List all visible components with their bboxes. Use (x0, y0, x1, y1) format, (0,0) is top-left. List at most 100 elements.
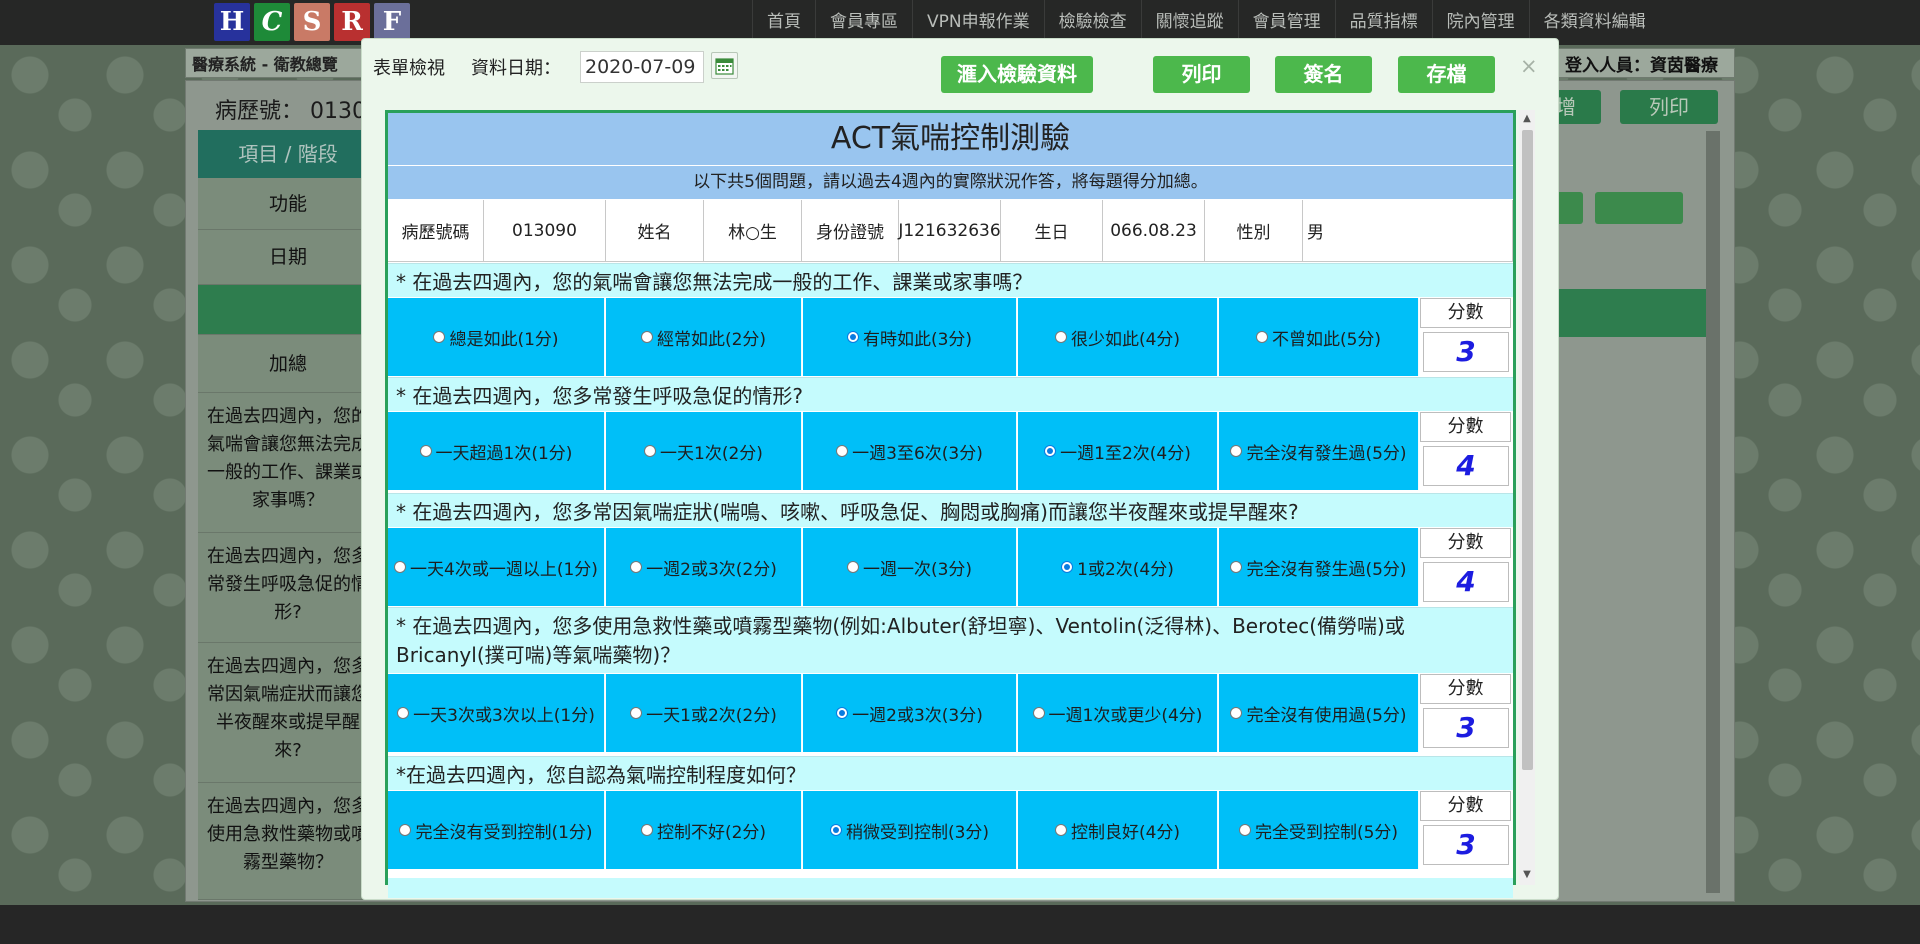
answer-option[interactable]: 一週1次或更少(4分) (1018, 674, 1218, 752)
print-button[interactable]: 列印 (1153, 56, 1250, 93)
score-value: 4 (1423, 446, 1509, 486)
answer-option[interactable]: 一週2或3次(3分) (803, 674, 1017, 752)
modal-title: 表單檢視 (373, 58, 445, 79)
answer-option[interactable]: 經常如此(2分) (606, 298, 802, 376)
radio-icon[interactable] (1032, 707, 1045, 719)
answer-option[interactable]: 不曾如此(5分) (1219, 298, 1419, 376)
answer-option[interactable]: 一週3至6次(3分) (803, 412, 1017, 490)
answer-option[interactable]: 一天3次或3次以上(1分) (388, 674, 605, 752)
radio-icon[interactable] (640, 331, 653, 343)
radio-checked-icon[interactable] (829, 824, 842, 836)
answer-option[interactable]: 完全受到控制(5分) (1219, 791, 1419, 869)
radio-icon[interactable] (399, 824, 412, 836)
close-icon[interactable]: × (1520, 54, 1538, 78)
date-input[interactable]: 2020-07-09 (580, 51, 704, 83)
answer-option[interactable]: 一週1至2次(4分) (1018, 412, 1218, 490)
radio-icon[interactable] (630, 707, 643, 719)
radio-icon[interactable] (640, 824, 653, 836)
radio-icon[interactable] (1054, 331, 1067, 343)
background-cell: 在過去四週內，您多常因氣喘症狀而讓您半夜醒來或提早醒來? (198, 643, 378, 783)
sex-label: 性別 (1205, 200, 1303, 262)
question-text: * 在過去四週內，您多使用急救性藥或噴霧型藥物(例如:Albuter(舒坦寧)、… (388, 607, 1513, 673)
answer-option-label: 總是如此(1分) (449, 329, 559, 350)
answer-option[interactable]: 完全沒有發生過(5分) (1219, 412, 1419, 490)
sign-button[interactable]: 簽名 (1275, 56, 1372, 93)
radio-checked-icon[interactable] (1061, 561, 1074, 573)
id-number-label: 身份證號 (802, 200, 899, 262)
answer-option-label: 完全沒有發生過(5分) (1246, 559, 1407, 580)
calendar-icon[interactable] (711, 52, 738, 79)
save-button[interactable]: 存檔 (1398, 56, 1495, 93)
answer-row: 完全沒有受到控制(1分) 控制不好(2分) 稍微受到控制(3分) 控制良好(4分) 完全… (388, 791, 1513, 869)
answer-option-label: 完全沒有受到控制(1分) (415, 822, 593, 843)
answer-option-label: 經常如此(2分) (656, 329, 767, 350)
score-label: 分數 (1420, 791, 1511, 821)
background-column-header: 項目 / 階段 (198, 130, 378, 178)
radio-icon[interactable] (419, 445, 432, 457)
background-scrollbar (1706, 131, 1720, 893)
radio-icon[interactable] (1230, 707, 1243, 719)
radio-checked-icon[interactable] (836, 707, 849, 719)
form-scrollbar-thumb[interactable] (1522, 130, 1533, 770)
next-question-row-partial (388, 878, 1513, 898)
answer-option[interactable]: 控制不好(2分) (606, 791, 802, 869)
answer-option[interactable]: 有時如此(3分) (803, 298, 1017, 376)
radio-checked-icon[interactable] (846, 331, 859, 343)
background-button (1595, 192, 1683, 224)
answer-option[interactable]: 完全沒有使用過(5分) (1219, 674, 1419, 752)
answer-option-label: 一週2或3次(2分) (646, 559, 777, 580)
answer-option[interactable]: 完全沒有受到控制(1分) (388, 791, 605, 869)
radio-icon[interactable] (846, 561, 859, 573)
logo-letter-c: C (254, 3, 290, 41)
background-left-column: 功能 日期 加總 在過去四週內，您的氣喘會讓您無法完成一般的工作、課業或家事嗎？… (198, 130, 378, 900)
app-logo[interactable]: H C S R F (214, 3, 410, 43)
answer-option[interactable]: 1或2次(4分) (1018, 528, 1218, 606)
radio-checked-icon[interactable] (1044, 445, 1057, 457)
score-value: 3 (1423, 332, 1509, 372)
question-text: * 在過去四週內，您多常因氣喘症狀(喘鳴、咳嗽、呼吸急促、胸悶或胸痛)而讓您半夜… (388, 493, 1513, 527)
answer-option-label: 1或2次(4分) (1077, 559, 1174, 580)
answer-row: 總是如此(1分) 經常如此(2分) 有時如此(3分) 很少如此(4分) 不曾如此(5分)… (388, 298, 1513, 376)
id-number-value: J121632636 (898, 200, 1001, 262)
record-number-value: 013090 (484, 200, 606, 262)
radio-icon[interactable] (433, 331, 446, 343)
answer-option[interactable]: 一天超過1次(1分) (388, 412, 605, 490)
answer-option[interactable]: 一天4次或一週以上(1分) (388, 528, 605, 606)
radio-icon[interactable] (394, 561, 407, 573)
radio-icon[interactable] (630, 561, 643, 573)
answer-option[interactable]: 一天1或2次(2分) (606, 674, 802, 752)
scroll-up-icon[interactable]: ▲ (1519, 110, 1535, 128)
answer-option[interactable]: 很少如此(4分) (1018, 298, 1218, 376)
answer-option[interactable]: 稍微受到控制(3分) (803, 791, 1017, 869)
score-label: 分數 (1420, 674, 1511, 704)
answer-option-label: 一天3次或3次以上(1分) (413, 705, 595, 726)
answer-option[interactable]: 一週2或3次(2分) (606, 528, 802, 606)
radio-icon[interactable] (1230, 561, 1243, 573)
radio-icon[interactable] (1238, 824, 1251, 836)
answer-option[interactable]: 控制良好(4分) (1018, 791, 1218, 869)
import-lab-data-button[interactable]: 滙入檢驗資料 (941, 56, 1093, 93)
background-cell: 在過去四週內，您多常發生呼吸急促的情形? (198, 533, 378, 643)
score-label: 分數 (1420, 412, 1511, 442)
background-cell: 功能 (198, 178, 378, 230)
login-user: 登入人員：資茵醫療 (1565, 56, 1718, 76)
radio-icon[interactable] (1230, 445, 1243, 457)
answer-option[interactable]: 一週一次(3分) (803, 528, 1017, 606)
radio-icon[interactable] (836, 445, 849, 457)
radio-icon[interactable] (1255, 331, 1268, 343)
answer-option-label: 完全受到控制(5分) (1254, 822, 1399, 843)
answer-option[interactable]: 一天1次(2分) (606, 412, 802, 490)
answer-option[interactable]: 總是如此(1分) (388, 298, 605, 376)
radio-icon[interactable] (1054, 824, 1067, 836)
answer-option-label: 完全沒有使用過(5分) (1246, 705, 1407, 726)
name-label: 姓名 (606, 200, 704, 262)
birthday-value: 066.08.23 (1103, 200, 1205, 262)
birthday-label: 生日 (1001, 200, 1103, 262)
answer-option[interactable]: 完全沒有發生過(5分) (1219, 528, 1419, 606)
radio-icon[interactable] (397, 707, 410, 719)
background-print-button: 列印 (1620, 90, 1718, 124)
bottom-bar (0, 905, 1920, 944)
scroll-down-icon[interactable]: ▼ (1519, 866, 1535, 884)
sex-value: 男 (1303, 200, 1513, 262)
radio-icon[interactable] (644, 445, 657, 457)
